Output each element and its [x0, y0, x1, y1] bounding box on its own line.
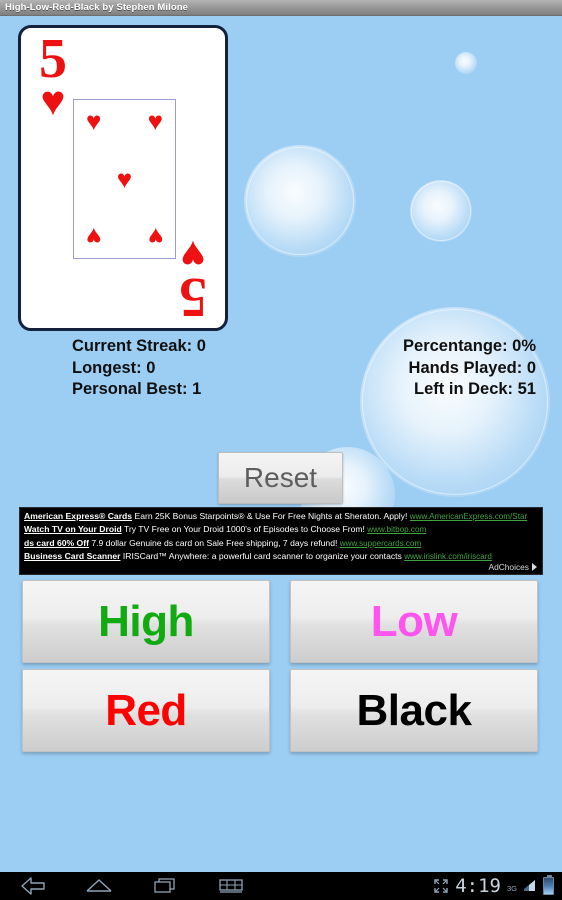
recents-button[interactable]	[150, 875, 180, 897]
choice-button-grid: High Low Red Black	[0, 580, 562, 752]
adchoices-arrow-icon	[532, 563, 537, 571]
expand-icon	[434, 879, 448, 893]
adchoices-button[interactable]: AdChoices	[488, 562, 537, 572]
nav-button-group	[0, 875, 246, 897]
network-type-label: 3G	[506, 884, 517, 893]
stat-personal-best: Personal Best: 1	[72, 380, 202, 398]
stat-left-in-deck: Left in Deck: 51	[414, 380, 536, 398]
home-icon	[86, 879, 112, 892]
ad-body: IRISCard™ Anywhere: a powerful card scan…	[122, 551, 402, 562]
device-screen: High-Low-Red-Black by Stephen Milone 5 ♥…	[0, 0, 562, 900]
back-button[interactable]	[18, 875, 48, 897]
reset-button[interactable]: Reset	[218, 452, 343, 504]
playing-card[interactable]: 5 ♥ ♥ ♥ ♥ ♥ ♥ 5 ♥	[18, 25, 228, 331]
app-title: High-Low-Red-Black by Stephen Milone	[5, 2, 189, 13]
system-navigation-bar: 4:19 3G	[0, 872, 562, 900]
card-pip-box: ♥ ♥ ♥ ♥ ♥	[73, 99, 176, 259]
status-group[interactable]: 4:19 3G	[433, 875, 554, 897]
stat-hands-played: Hands Played: 0	[408, 358, 536, 377]
heart-icon: ♥	[86, 106, 102, 136]
stats-left-column: Current Streak: 0 Longest: 0 Personal Be…	[72, 336, 206, 404]
low-button[interactable]: Low	[290, 580, 538, 663]
ad-body: Earn 25K Bonus Starpoints® & Use For Fre…	[134, 511, 408, 521]
ad-row[interactable]: Watch TV on Your Droid Try TV Free on Yo…	[24, 523, 539, 536]
stats-panel: Current Streak: 0 Longest: 0 Personal Be…	[0, 336, 562, 404]
red-button[interactable]: Red	[22, 669, 270, 752]
ad-url[interactable]: www.irislink.com/iriscard	[404, 552, 492, 561]
heart-icon: ♥	[147, 222, 163, 252]
keyboard-icon	[219, 879, 243, 893]
ad-url[interactable]: www.bitbop.com	[367, 525, 426, 534]
ad-headline[interactable]: American Express® Cards	[24, 511, 132, 521]
ad-url[interactable]: www.suppercards.com	[340, 539, 421, 548]
ad-headline[interactable]: ds card 60% Off	[24, 538, 89, 548]
battery-charging-icon	[543, 875, 554, 895]
recents-icon	[154, 878, 175, 893]
adchoices-label: AdChoices	[488, 562, 529, 572]
heart-icon: ♥	[86, 222, 102, 252]
stat-current-streak: Current Streak: 0	[72, 337, 206, 355]
card-corner-top-left: 5 ♥	[26, 31, 80, 124]
ad-banner[interactable]: American Express® Cards Earn 25K Bonus S…	[19, 507, 543, 575]
ad-row[interactable]: Business Card Scanner IRISCard™ Anywhere…	[24, 550, 539, 563]
status-clock: 4:19	[455, 875, 501, 897]
ad-body: Try TV Free on Your Droid 1000's of Epis…	[123, 524, 365, 535]
heart-icon: ♥	[116, 164, 133, 194]
card-corner-bottom-right: 5 ♥	[166, 232, 220, 328]
stat-longest: Longest: 0	[72, 358, 156, 377]
bokeh-ring	[246, 147, 354, 255]
low-button-label: Low	[370, 596, 458, 646]
ad-body: 7.9 dollar Genuine ds card on Sale Free …	[91, 537, 338, 548]
back-icon	[21, 877, 45, 895]
stat-percentage: Percentange: 0%	[403, 337, 536, 355]
ad-headline[interactable]: Business Card Scanner	[24, 551, 120, 561]
ad-headline[interactable]: Watch TV on Your Droid	[24, 524, 122, 534]
black-button-label: Black	[356, 685, 472, 735]
high-button[interactable]: High	[22, 580, 270, 663]
reset-button-label: Reset	[243, 462, 318, 493]
heart-icon: ♥	[40, 76, 66, 124]
keyboard-button[interactable]	[216, 875, 246, 897]
heart-icon: ♥	[147, 106, 163, 136]
high-button-label: High	[98, 596, 194, 646]
bokeh-ring	[411, 181, 471, 241]
ad-row[interactable]: American Express® Cards Earn 25K Bonus S…	[24, 510, 539, 523]
red-button-label: Red	[105, 685, 187, 735]
heart-icon: ♥	[180, 232, 206, 280]
ad-row[interactable]: ds card 60% Off 7.9 dollar Genuine ds ca…	[24, 537, 539, 550]
black-button[interactable]: Black	[290, 669, 538, 752]
signal-icon	[524, 880, 535, 891]
app-title-bar: High-Low-Red-Black by Stephen Milone	[0, 0, 562, 16]
ad-url[interactable]: www.AmericanExpress.com/Star	[410, 512, 527, 521]
home-button[interactable]	[84, 875, 114, 897]
stats-right-column: Percentange: 0% Hands Played: 0 Left in …	[403, 336, 536, 404]
bokeh-circle	[455, 52, 477, 74]
